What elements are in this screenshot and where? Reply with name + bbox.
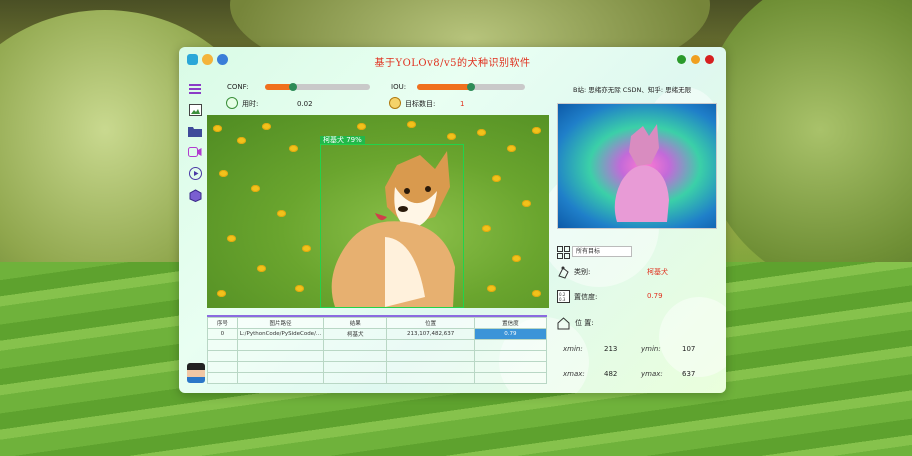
iou-slider-handle[interactable] bbox=[467, 83, 475, 91]
play-icon[interactable] bbox=[187, 165, 203, 181]
folder-icon[interactable] bbox=[187, 123, 203, 139]
xmax-value: 482 bbox=[604, 370, 618, 378]
table-header-row: 序号 图片路径 结果 位置 置信度 bbox=[207, 317, 548, 329]
confidence-label: 置信度: bbox=[574, 293, 598, 301]
col-header[interactable]: 置信度 bbox=[473, 317, 548, 329]
image-icon[interactable] bbox=[187, 102, 203, 118]
target-count-icon bbox=[389, 97, 401, 109]
svg-text:0.3: 0.3 bbox=[559, 297, 566, 302]
time-label: 用时: bbox=[242, 100, 259, 108]
count-label: 目标数目: bbox=[405, 100, 436, 108]
detection-image: 柯基犬 79% bbox=[207, 115, 549, 308]
category-icon bbox=[556, 265, 570, 279]
clock-icon bbox=[226, 97, 238, 109]
col-header[interactable]: 序号 bbox=[207, 317, 238, 329]
ymin-label: ymin: bbox=[641, 345, 661, 353]
xmin-label: xmin: bbox=[563, 345, 583, 353]
col-header[interactable]: 位置 bbox=[386, 317, 475, 329]
xmin-value: 213 bbox=[604, 345, 618, 353]
table-row[interactable] bbox=[207, 350, 548, 362]
iou-label: IOU: bbox=[391, 83, 407, 91]
table-cell[interactable]: 0.79 bbox=[473, 328, 548, 340]
class-value: 柯基犬 bbox=[647, 268, 668, 276]
confidence-icon: 0.2 0.3 bbox=[556, 289, 570, 303]
table-cell[interactable]: 0 bbox=[207, 328, 238, 340]
table-cell[interactable]: L:/PythonCode/PySideCode/... bbox=[236, 328, 325, 340]
sidebar bbox=[181, 75, 209, 391]
conf-label: CONF: bbox=[227, 83, 249, 91]
results-table: 序号 图片路径 结果 位置 置信度 0 L:/PythonCode/PySide… bbox=[207, 315, 548, 391]
ymax-label: ymax: bbox=[641, 370, 663, 378]
table-row[interactable] bbox=[207, 339, 548, 351]
close-button[interactable] bbox=[705, 55, 714, 64]
app-window: 基于YOLOv8/v5的犬种识别软件 CONF: IOU: 用时: 0.02 目… bbox=[179, 47, 726, 393]
col-header[interactable]: 结果 bbox=[323, 317, 388, 329]
bounding-box bbox=[320, 144, 464, 308]
title-bar[interactable]: 基于YOLOv8/v5的犬种识别软件 bbox=[179, 47, 726, 73]
table-cell[interactable]: 柯基犬 bbox=[323, 328, 388, 340]
maximize-button[interactable] bbox=[691, 55, 700, 64]
position-label: 位 置: bbox=[575, 319, 594, 327]
position-icon bbox=[556, 316, 570, 330]
target-select[interactable]: 所有目标 bbox=[572, 246, 632, 257]
dog-heatmap bbox=[614, 124, 669, 222]
table-row[interactable] bbox=[207, 372, 548, 384]
model-icon[interactable] bbox=[187, 187, 203, 203]
conf-slider[interactable] bbox=[265, 83, 370, 91]
avatar[interactable] bbox=[187, 363, 205, 383]
conf-slider-handle[interactable] bbox=[289, 83, 297, 91]
time-value: 0.02 bbox=[297, 100, 313, 108]
iou-slider[interactable] bbox=[417, 83, 525, 91]
target-select-icon bbox=[556, 245, 570, 259]
ymin-value: 107 bbox=[682, 345, 696, 353]
table-row[interactable] bbox=[207, 361, 548, 373]
heatmap-preview bbox=[557, 103, 717, 229]
class-label: 类别: bbox=[574, 268, 591, 276]
camera-icon[interactable] bbox=[187, 144, 203, 160]
table-cell[interactable]: 213,107,482,637 bbox=[386, 328, 475, 340]
app-title: 基于YOLOv8/v5的犬种识别软件 bbox=[374, 58, 531, 69]
count-value: 1 bbox=[460, 100, 465, 108]
xmax-label: xmax: bbox=[563, 370, 585, 378]
menu-icon[interactable] bbox=[187, 81, 203, 97]
minimize-button[interactable] bbox=[677, 55, 686, 64]
author-credit: B站: 思绪亦无际 CSDN、知乎: 思绪无限 bbox=[573, 86, 692, 94]
ymax-value: 637 bbox=[682, 370, 696, 378]
col-header[interactable]: 图片路径 bbox=[236, 317, 325, 329]
confidence-value: 0.79 bbox=[647, 292, 663, 300]
table-row[interactable]: 0 L:/PythonCode/PySideCode/... 柯基犬 213,1… bbox=[207, 328, 548, 340]
detection-label: 柯基犬 79% bbox=[320, 136, 365, 144]
